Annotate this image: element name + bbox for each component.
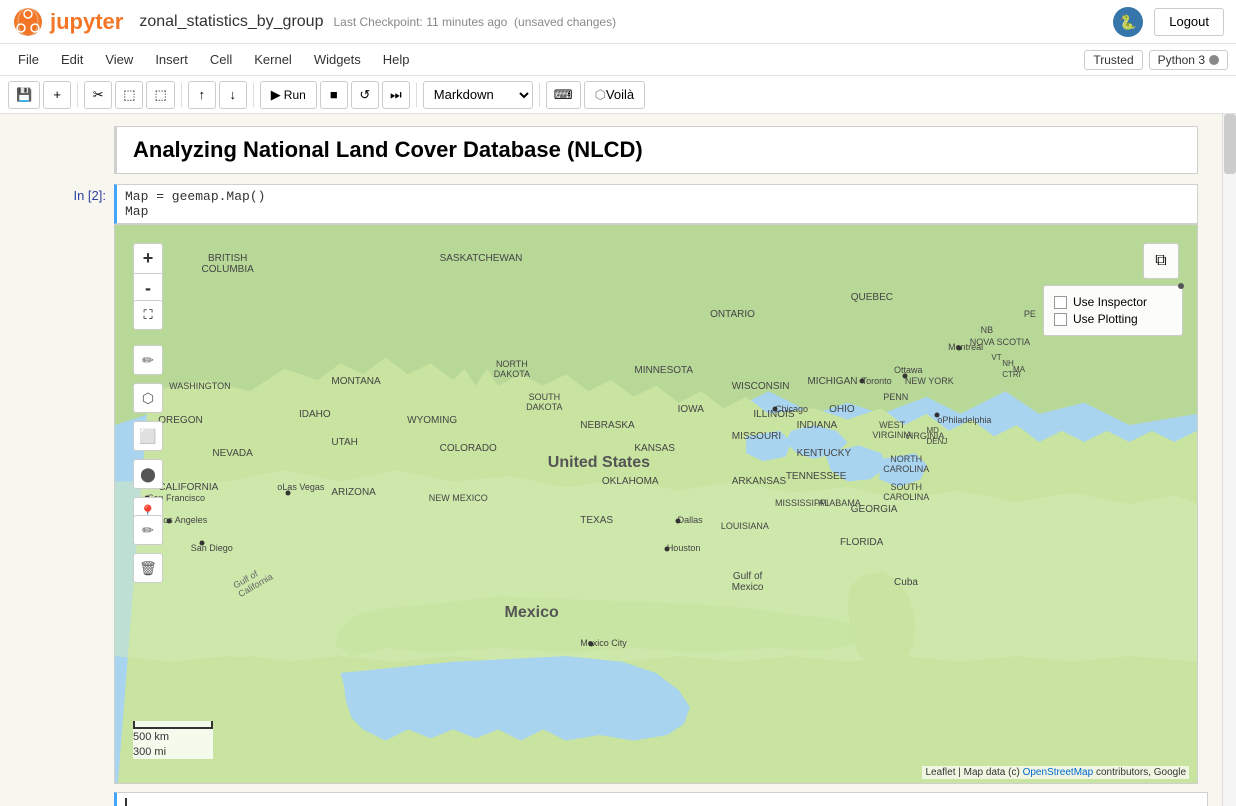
topbar-right: 🐍 Logout [1112,6,1224,38]
kernel-status-dot [1209,55,1219,65]
use-inspector-checkbox[interactable] [1054,296,1067,309]
kernel-badge: Python 3 [1149,50,1228,70]
zoom-out-button[interactable]: - [133,273,163,303]
code-line-2: Map [125,204,1189,219]
toolbar-separator-1 [77,83,78,107]
map-draw-controls: ✏ ⬡ ⬜ ⬤ 📍 [133,345,163,527]
menubar: File Edit View Insert Cell Kernel Widget… [0,44,1236,76]
inspector-row-1: Use Inspector [1054,295,1172,309]
menu-insert[interactable]: Insert [145,49,198,70]
code-cell-wrapper: Map = geemap.Map() Map [114,184,1198,784]
zoom-in-button[interactable]: + [133,243,163,273]
map-scale: 500 km 300 mi [133,721,213,759]
map-action-controls: ✏ 🗑 [133,515,163,583]
menu-file[interactable]: File [8,49,49,70]
bottom-empty-cell[interactable] [114,792,1208,806]
code-line-1: Map = geemap.Map() [125,189,1189,204]
cell-type-select[interactable]: Markdown Code Raw NBConvert Heading [423,81,533,109]
jupyter-wordmark: jupyter [50,9,123,35]
bottom-cell-container [0,792,1236,806]
add-cell-button[interactable]: + [43,81,71,109]
notebook-heading: Analyzing National Land Cover Database (… [133,137,1181,163]
notebook-filename[interactable]: zonal_statistics_by_group [139,13,323,31]
restart-button[interactable]: ↺ [351,81,379,109]
use-plotting-label: Use Plotting [1073,312,1138,326]
fullscreen-icon: ⛶ [143,307,152,323]
jupyter-icon [12,6,44,38]
layers-icon: ⧉ [1155,252,1166,270]
cut-button[interactable]: ✂ [84,81,112,109]
map-fullscreen-button[interactable]: ⛶ [133,300,163,330]
jupyter-logo: jupyter [12,6,123,38]
cell-cursor [125,798,127,806]
toolbar-separator-2 [181,83,182,107]
menu-view[interactable]: View [95,49,143,70]
toolbar-separator-5 [539,83,540,107]
map-layers-button[interactable]: ⧉ [1143,243,1179,279]
restart-run-button[interactable]: ⏭ [382,81,410,109]
copy-button[interactable]: ⬚ [115,81,143,109]
move-up-button[interactable]: ↑ [188,81,216,109]
svg-text:🐍: 🐍 [1120,14,1137,31]
toolbar: 💾 + ✂ ⬚ ⬚ ↑ ↓ ▶ Run ■ ↺ ⏭ Markdown Code … [0,76,1236,114]
voila-icon: ⬡ [595,87,606,103]
save-button[interactable]: 💾 [8,81,40,109]
menu-cell[interactable]: Cell [200,49,242,70]
bottom-cell-label [14,792,114,806]
map-dot-indicator [1178,283,1184,289]
draw-polygon-button[interactable]: ⬡ [133,383,163,413]
draw-pencil-button[interactable]: ✏ [133,345,163,375]
run-button[interactable]: ▶ Run [260,81,317,109]
scrollbar-thumb[interactable] [1224,114,1236,174]
topbar: jupyter zonal_statistics_by_group Last C… [0,0,1236,44]
voila-label: Voilà [606,87,634,102]
draw-circle-button[interactable]: ⬤ [133,459,163,489]
run-icon: ▶ [271,87,281,103]
trusted-badge: Trusted [1084,50,1142,70]
code-cell[interactable]: Map = geemap.Map() Map [114,184,1198,224]
map-svg [115,225,1197,783]
paste-button[interactable]: ⬚ [146,81,174,109]
right-scrollbar[interactable] [1222,114,1236,806]
voila-button[interactable]: ⬡ Voilà [584,81,646,109]
cell-label-empty [14,126,114,174]
inspector-row-2: Use Plotting [1054,312,1172,326]
menu-edit[interactable]: Edit [51,49,93,70]
cell-in-label: In [2]: [14,184,114,784]
map-background[interactable]: BRITISHCOLUMBIA SASKATCHEWAN ONTARIO QUE… [115,225,1197,783]
map-output: BRITISHCOLUMBIA SASKATCHEWAN ONTARIO QUE… [114,224,1198,784]
use-inspector-label: Use Inspector [1073,295,1147,309]
menu-kernel[interactable]: Kernel [244,49,302,70]
draw-rectangle-button[interactable]: ⬜ [133,421,163,451]
toolbar-separator-3 [253,83,254,107]
map-zoom-controls: + - [133,243,163,303]
move-down-button[interactable]: ↓ [219,81,247,109]
toolbar-separator-4 [416,83,417,107]
keyboard-shortcut-button[interactable]: ⌨ [546,81,581,109]
map-delete-button[interactable]: 🗑 [133,553,163,583]
heading-cell-container: Analyzing National Land Cover Database (… [0,124,1236,176]
logout-button[interactable]: Logout [1154,8,1224,36]
map-edit-button[interactable]: ✏ [133,515,163,545]
python-icon: 🐍 [1112,6,1144,38]
scale-mi-label: 300 mi [133,745,213,759]
stop-button[interactable]: ■ [320,81,348,109]
use-plotting-checkbox[interactable] [1054,313,1067,326]
heading-cell[interactable]: Analyzing National Land Cover Database (… [114,126,1198,174]
map-attribution: Leaflet | Map data (c) OpenStreetMap con… [922,766,1189,779]
notebook: Analyzing National Land Cover Database (… [0,114,1236,806]
scale-bar-visual [133,721,213,729]
run-label: Run [284,88,306,102]
menu-help[interactable]: Help [373,49,420,70]
scale-km-label: 500 km [133,730,213,744]
code-cell-container: In [2]: Map = geemap.Map() Map [0,182,1236,786]
checkpoint-info: Last Checkpoint: 11 minutes ago (unsaved… [333,15,616,29]
menu-widgets[interactable]: Widgets [304,49,371,70]
map-inspector-panel: Use Inspector Use Plotting [1043,285,1183,336]
osm-link[interactable]: OpenStreetMap [1023,767,1094,778]
